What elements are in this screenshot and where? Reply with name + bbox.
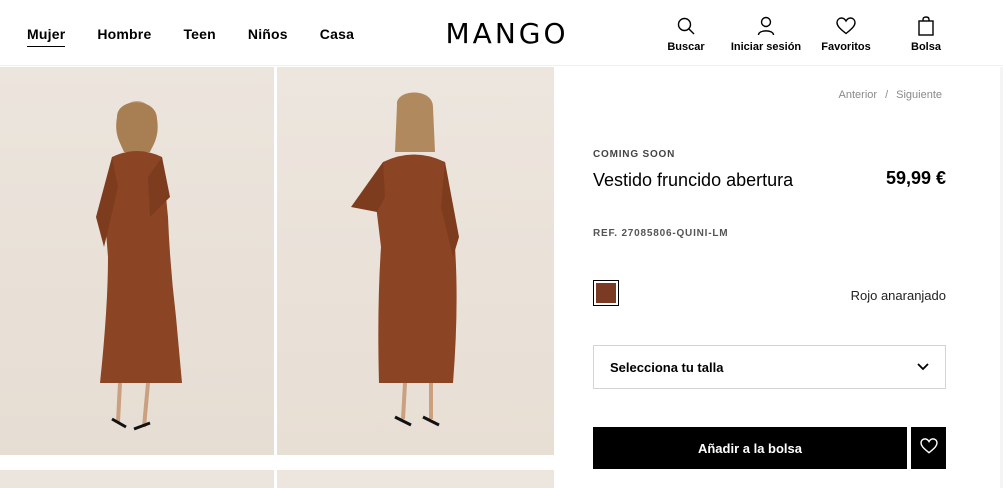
size-selector-label: Selecciona tu talla bbox=[610, 359, 724, 375]
search-label: Buscar bbox=[667, 41, 705, 53]
login-button[interactable]: Iniciar sesión bbox=[726, 15, 806, 53]
nav-item-teen[interactable]: Teen bbox=[183, 26, 215, 47]
product-price: 59,99 € bbox=[885, 168, 946, 188]
favorites-label: Favoritos bbox=[821, 41, 871, 53]
brand-logo[interactable]: MANGO bbox=[436, 16, 578, 50]
heart-icon bbox=[919, 437, 938, 459]
heart-icon bbox=[835, 15, 857, 37]
login-label: Iniciar sesión bbox=[730, 41, 802, 53]
status-badge: COMING SOON bbox=[593, 149, 676, 160]
product-title: Vestido fruncido abertura bbox=[593, 170, 794, 190]
bag-icon bbox=[915, 15, 937, 37]
color-swatch-fill bbox=[596, 283, 616, 303]
product-image-detail-1[interactable] bbox=[0, 470, 274, 488]
search-icon bbox=[675, 15, 697, 37]
user-icon bbox=[755, 15, 777, 37]
bag-label: Bolsa bbox=[911, 41, 941, 53]
product-reference: REF. 27085806-QUINI-LM bbox=[593, 228, 729, 239]
product-image-back[interactable] bbox=[277, 67, 554, 455]
color-swatch[interactable] bbox=[593, 280, 619, 306]
nav-item-ninos[interactable]: Niños bbox=[248, 26, 288, 47]
color-name: Rojo anaranjado bbox=[850, 288, 946, 303]
header-actions: Buscar Iniciar sesión Favoritos Bolsa bbox=[646, 15, 966, 53]
main-nav: Mujer Hombre Teen Niños Casa bbox=[27, 26, 354, 47]
add-to-bag-button[interactable]: Añadir a la bolsa bbox=[593, 427, 907, 469]
nav-item-casa[interactable]: Casa bbox=[320, 26, 354, 47]
brand-logo-text: MANGO bbox=[445, 16, 569, 50]
search-button[interactable]: Buscar bbox=[646, 15, 726, 53]
product-image-detail-2[interactable] bbox=[277, 470, 554, 488]
nav-item-hombre[interactable]: Hombre bbox=[97, 26, 151, 47]
bag-button[interactable]: Bolsa bbox=[886, 15, 966, 53]
prev-link[interactable]: Anterior bbox=[839, 89, 878, 101]
pager-separator: / bbox=[885, 89, 889, 101]
nav-item-mujer[interactable]: Mujer bbox=[27, 26, 66, 47]
site-header: Mujer Hombre Teen Niños Casa MANGO Busca… bbox=[0, 0, 1003, 66]
chevron-down-icon bbox=[917, 358, 929, 376]
model-front-illustration bbox=[96, 101, 182, 431]
next-link[interactable]: Siguiente bbox=[896, 89, 942, 101]
product-image-front[interactable] bbox=[0, 67, 274, 455]
add-to-favorites-button[interactable] bbox=[911, 427, 946, 469]
model-back-illustration bbox=[351, 92, 459, 427]
favorites-button[interactable]: Favoritos bbox=[806, 15, 886, 53]
size-selector[interactable]: Selecciona tu talla bbox=[593, 345, 946, 389]
product-pager: Anterior / Siguiente bbox=[835, 89, 946, 101]
